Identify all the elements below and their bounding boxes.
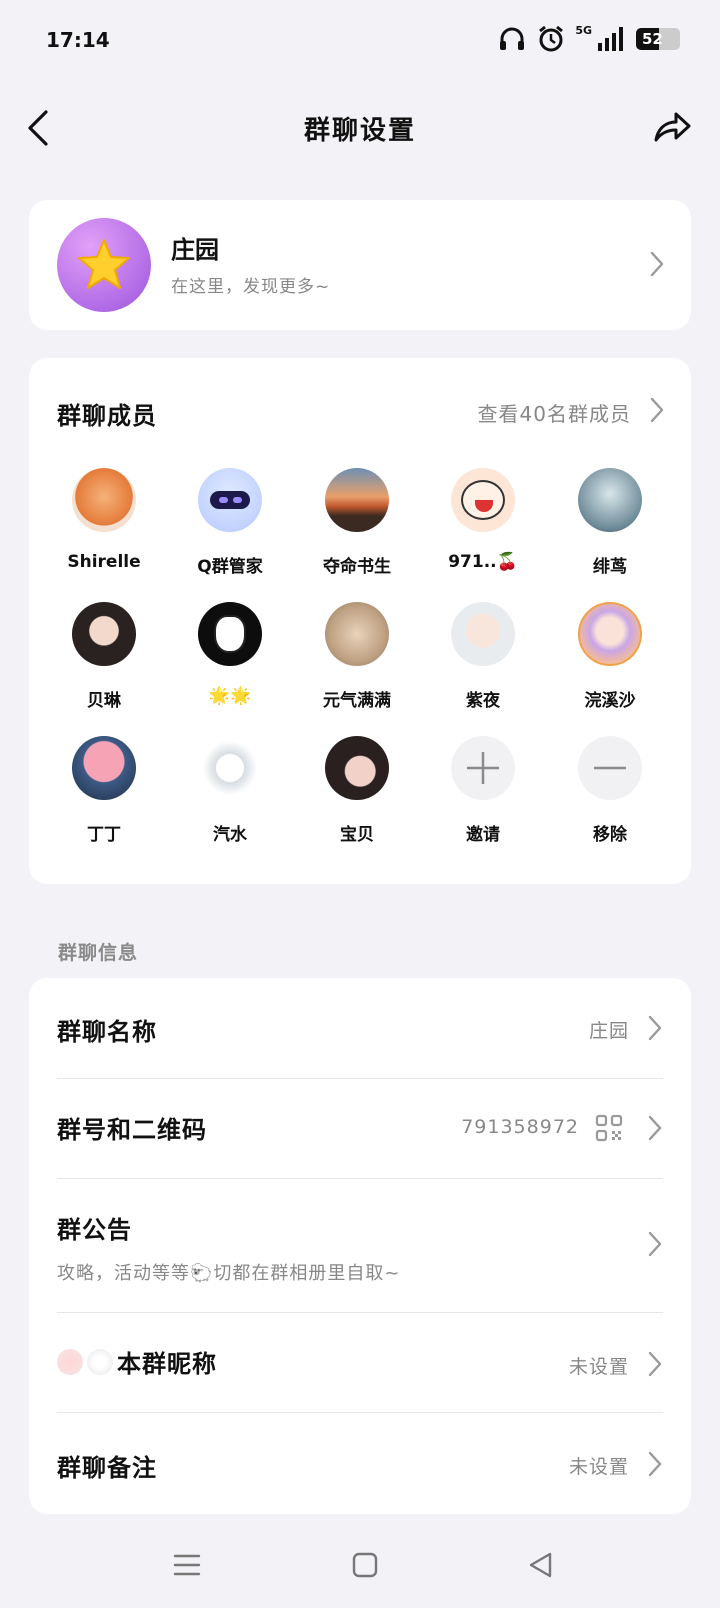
member-name: Q群管家 (197, 557, 263, 577)
qr-code-icon (595, 1114, 623, 1142)
chevron-right-icon (648, 1115, 662, 1141)
member-avatar (72, 736, 136, 800)
group-remark-label: 群聊备注 (57, 1454, 157, 1482)
member-name: 绯茑 (593, 557, 627, 577)
member-avatar (451, 602, 515, 666)
chevron-right-icon (648, 1451, 662, 1477)
member-item[interactable]: Shirelle (44, 468, 164, 572)
system-nav-bar (0, 1530, 720, 1608)
member-item[interactable]: 汽水 (170, 736, 290, 845)
member-name: 汽水 (213, 825, 247, 845)
paw-sticker-icon (87, 1348, 113, 1375)
group-name-row[interactable]: 群聊名称 庄园 (57, 978, 663, 1078)
menu-icon[interactable] (172, 1550, 202, 1580)
star-icon (78, 239, 130, 289)
status-bar: 17:14 5G 52 (0, 0, 720, 84)
member-name: 元气满满 (323, 691, 391, 711)
member-item[interactable]: 🌟🌟 (170, 602, 290, 706)
member-avatar (325, 736, 389, 800)
chevron-right-icon (648, 1015, 662, 1041)
member-item[interactable]: 浣溪沙 (550, 602, 670, 711)
member-name: 丁丁 (87, 825, 121, 845)
group-description: 在这里，发现更多~ (171, 277, 331, 297)
share-icon[interactable] (652, 106, 692, 146)
member-name: 971..🍒 (448, 552, 518, 572)
group-number-value: 791358972 (461, 1116, 579, 1138)
decorative-sticker-icon (57, 1348, 83, 1375)
back-icon[interactable] (526, 1550, 556, 1580)
remove-member-button[interactable]: 移除 (550, 736, 670, 845)
member-avatar (451, 468, 515, 532)
member-name: Shirelle (67, 552, 141, 572)
group-name: 庄园 (171, 236, 219, 264)
member-item[interactable]: 丁丁 (44, 736, 164, 845)
member-avatar (198, 468, 262, 532)
group-name-value: 庄园 (588, 1020, 629, 1042)
announcement-text: 攻略，活动等等🐑切都在群相册里自取~ (57, 1263, 401, 1284)
group-number-label: 群号和二维码 (57, 1116, 207, 1144)
announcement-row[interactable]: 群公告 攻略，活动等等🐑切都在群相册里自取~ (57, 1178, 663, 1312)
remove-label: 移除 (593, 825, 627, 845)
member-avatar (198, 602, 262, 666)
member-item[interactable]: 紫夜 (423, 602, 543, 711)
battery-icon: 52 (636, 28, 680, 50)
group-remark-row[interactable]: 群聊备注 未设置 (57, 1412, 663, 1512)
member-name: 浣溪沙 (584, 691, 636, 711)
member-item[interactable]: 宝贝 (297, 736, 417, 845)
member-item[interactable]: Q群管家 (170, 468, 290, 577)
battery-level: 52 (642, 30, 663, 48)
announcement-label: 群公告 (57, 1216, 132, 1244)
member-name: 贝琳 (87, 691, 121, 711)
chevron-right-icon (648, 1351, 662, 1377)
member-item[interactable]: 贝琳 (44, 602, 164, 711)
member-item[interactable]: 971..🍒 (423, 468, 543, 572)
invite-label: 邀请 (466, 825, 500, 845)
members-title: 群聊成员 (57, 402, 157, 430)
member-item[interactable]: 元气满满 (297, 602, 417, 711)
group-avatar (57, 218, 151, 312)
member-name: 🌟🌟 (208, 686, 252, 706)
group-nickname-value: 未设置 (568, 1356, 629, 1378)
plus-icon[interactable] (451, 736, 515, 800)
member-name: 紫夜 (466, 691, 500, 711)
group-info-card: 群聊名称 庄园 群号和二维码 791358972 群公告 攻略，活动等等🐑切都在… (29, 978, 691, 1514)
members-card: 群聊成员 查看40名群成员 Shirelle Q群管家 夺命书生 971..🍒 … (29, 358, 691, 884)
chevron-right-icon (650, 251, 664, 277)
group-nickname-row[interactable]: 本群昵称 未设置 (57, 1312, 663, 1412)
member-avatar (198, 736, 262, 800)
section-label-info: 群聊信息 (58, 942, 139, 964)
member-avatar (72, 468, 136, 532)
top-nav: 群聊设置 (0, 84, 720, 172)
back-arrow-icon[interactable] (24, 104, 54, 152)
alarm-icon (539, 25, 564, 52)
group-name-label: 群聊名称 (57, 1018, 157, 1046)
group-remark-value: 未设置 (568, 1456, 629, 1478)
status-time: 17:14 (46, 28, 110, 52)
group-profile-card[interactable]: 庄园 在这里，发现更多~ (29, 200, 691, 330)
headphones-icon (500, 27, 525, 50)
page-title: 群聊设置 (303, 115, 416, 146)
network-type: 5G (575, 24, 592, 37)
status-icons: 5G 52 (497, 24, 680, 54)
chevron-right-icon (648, 1231, 662, 1257)
member-avatar (72, 602, 136, 666)
group-nickname-label: 本群昵称 (117, 1350, 217, 1378)
invite-member-button[interactable]: 邀请 (423, 736, 543, 845)
group-number-row[interactable]: 群号和二维码 791358972 (57, 1078, 663, 1178)
member-avatar (578, 602, 642, 666)
home-icon[interactable] (350, 1550, 380, 1580)
member-item[interactable]: 夺命书生 (297, 468, 417, 577)
member-item[interactable]: 绯茑 (550, 468, 670, 577)
minus-icon[interactable] (578, 736, 642, 800)
member-avatar (325, 468, 389, 532)
member-avatar (578, 468, 642, 532)
member-name: 宝贝 (340, 825, 374, 845)
chevron-right-icon[interactable] (649, 396, 665, 424)
member-name: 夺命书生 (323, 557, 391, 577)
view-all-members-link[interactable]: 查看40名群成员 (478, 398, 631, 427)
member-avatar (325, 602, 389, 666)
signal-icon (598, 27, 623, 51)
